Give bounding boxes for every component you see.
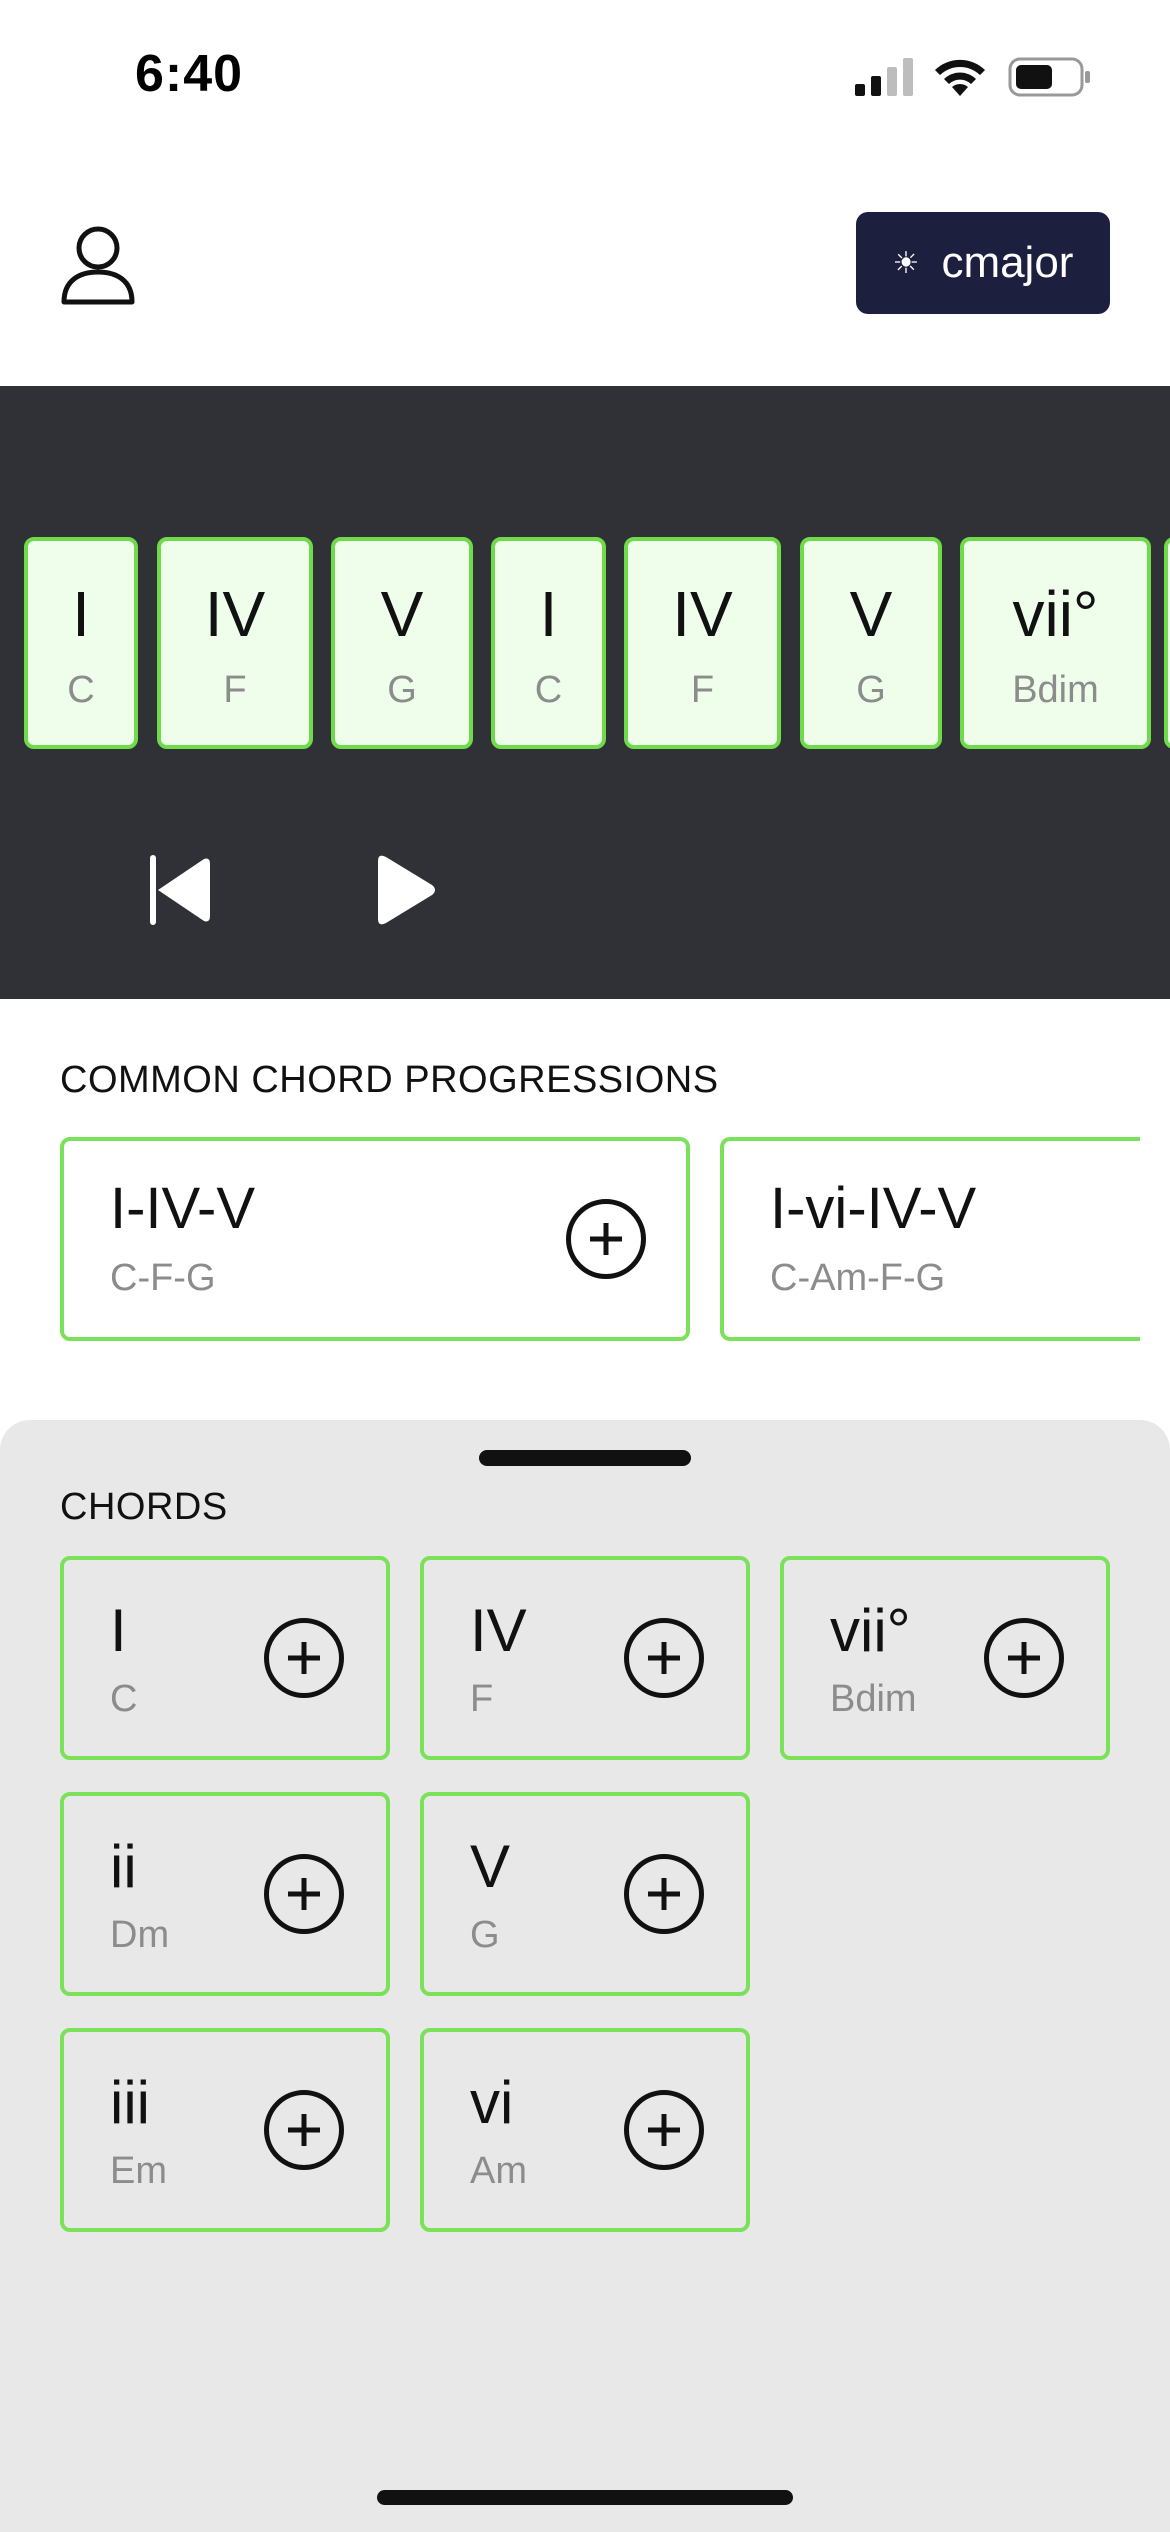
battery-icon [1008,57,1090,97]
timeline-chord-card[interactable]: IV F [624,537,781,749]
progression-card[interactable]: I-vi-IV-V C-Am-F-G [720,1137,1170,1341]
play-icon[interactable] [372,853,436,927]
chord-name: F [223,669,247,711]
chord-numeral: ii [110,1833,137,1900]
add-circle-icon[interactable] [264,2090,344,2170]
profile-icon[interactable] [60,224,136,306]
chord-card[interactable]: IV F [420,1556,750,1760]
chord-name: G [387,669,417,711]
section-title: COMMON CHORD PROGRESSIONS [60,1059,719,1101]
chord-name: Am [470,2150,527,2192]
progression-title: I-vi-IV-V [770,1176,977,1241]
status-time: 6:40 [135,45,244,103]
scroll-clip [1140,1137,1170,1341]
add-circle-icon[interactable] [264,1618,344,1698]
progression-chords: C-Am-F-G [770,1257,946,1299]
add-circle-icon[interactable] [624,1854,704,1934]
key-label: cmajor [941,238,1074,287]
cellular-signal-icon [855,58,913,96]
section-title: CHORDS [60,1486,228,1528]
progression-chords: C-F-G [110,1257,216,1299]
chords-sheet: CHORDS I C IV F vii° Bdim ii Dm V G iii … [0,1420,1170,2532]
chord-name: Bdim [830,1678,917,1720]
progression-card[interactable]: I-IV-V C-F-G [60,1137,690,1341]
chord-card[interactable]: vii° Bdim [780,1556,1110,1760]
chord-name: G [856,669,886,711]
add-circle-icon[interactable] [624,1618,704,1698]
progression-title: I-IV-V [110,1176,256,1241]
chord-name: F [690,669,715,711]
chord-name: Dm [110,1914,170,1956]
skip-back-icon[interactable] [148,853,212,927]
timeline-chord-card-partial[interactable] [1164,537,1170,749]
wifi-icon [935,59,985,96]
chord-numeral: vi [470,2069,514,2136]
app-header: ☀ cmajor [0,150,1170,386]
chord-name: F [470,1678,494,1720]
status-bar: 6:40 [0,0,1170,150]
add-circle-icon[interactable] [264,1854,344,1934]
chord-name: Em [110,2150,167,2192]
add-circle-icon[interactable] [624,2090,704,2170]
home-indicator[interactable] [377,2490,793,2505]
chord-numeral: I [72,578,90,650]
chord-name: G [470,1914,500,1956]
timeline-chord-card[interactable]: V G [331,537,473,749]
chord-card[interactable]: V G [420,1792,750,1996]
add-circle-icon[interactable] [566,1199,646,1279]
chord-numeral: I [110,1597,127,1664]
chord-numeral: iii [110,2069,150,2136]
chord-card[interactable]: ii Dm [60,1792,390,1996]
chord-name: C [110,1678,138,1720]
chord-numeral: IV [672,578,733,650]
chord-numeral: I [539,578,558,650]
key-selector-button[interactable]: ☀ cmajor [856,212,1110,314]
chord-card[interactable]: I C [60,1556,390,1760]
chord-numeral: IV [204,578,266,650]
chord-numeral: V [470,1833,511,1900]
chord-card[interactable]: vi Am [420,2028,750,2232]
chord-name: C [534,669,563,711]
chord-numeral: vii° [830,1597,911,1664]
sun-icon: ☀ [892,246,920,280]
chord-name: Bdim [1012,669,1099,711]
timeline-chord-card[interactable]: V G [800,537,942,749]
timeline-chord-card[interactable]: I C [491,537,606,749]
progression-timeline: I C IV F V G I C IV F V G vii° Bdim [0,386,1170,999]
timeline-chord-card[interactable]: vii° Bdim [960,537,1151,749]
chord-card[interactable]: iii Em [60,2028,390,2232]
timeline-chord-card[interactable]: IV F [157,537,313,749]
chord-numeral: vii° [1012,578,1099,650]
chord-name: C [67,669,95,711]
timeline-chord-card[interactable]: I C [24,537,138,749]
chord-numeral: V [849,578,893,650]
add-circle-icon[interactable] [984,1618,1064,1698]
common-progressions-section: COMMON CHORD PROGRESSIONS I-IV-V C-F-G I… [0,999,1170,1419]
chord-numeral: IV [470,1597,527,1664]
chord-numeral: V [380,578,424,650]
sheet-grabber[interactable] [479,1450,691,1466]
